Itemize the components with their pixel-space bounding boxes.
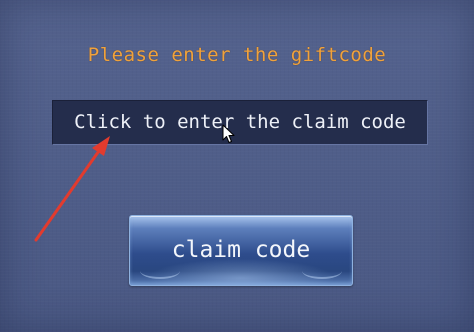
- claim-code-button[interactable]: claim code: [129, 215, 353, 286]
- claim-code-placeholder: Click to enter the claim code: [74, 111, 406, 133]
- giftcode-prompt: Please enter the giftcode: [87, 44, 387, 66]
- giftcode-dialog: Please enter the giftcode Click to enter…: [0, 0, 474, 332]
- claim-code-input[interactable]: Click to enter the claim code: [52, 100, 428, 145]
- claim-code-button-label: claim code: [171, 237, 311, 263]
- button-ornament-right: [302, 263, 342, 279]
- button-ornament-left: [140, 263, 180, 279]
